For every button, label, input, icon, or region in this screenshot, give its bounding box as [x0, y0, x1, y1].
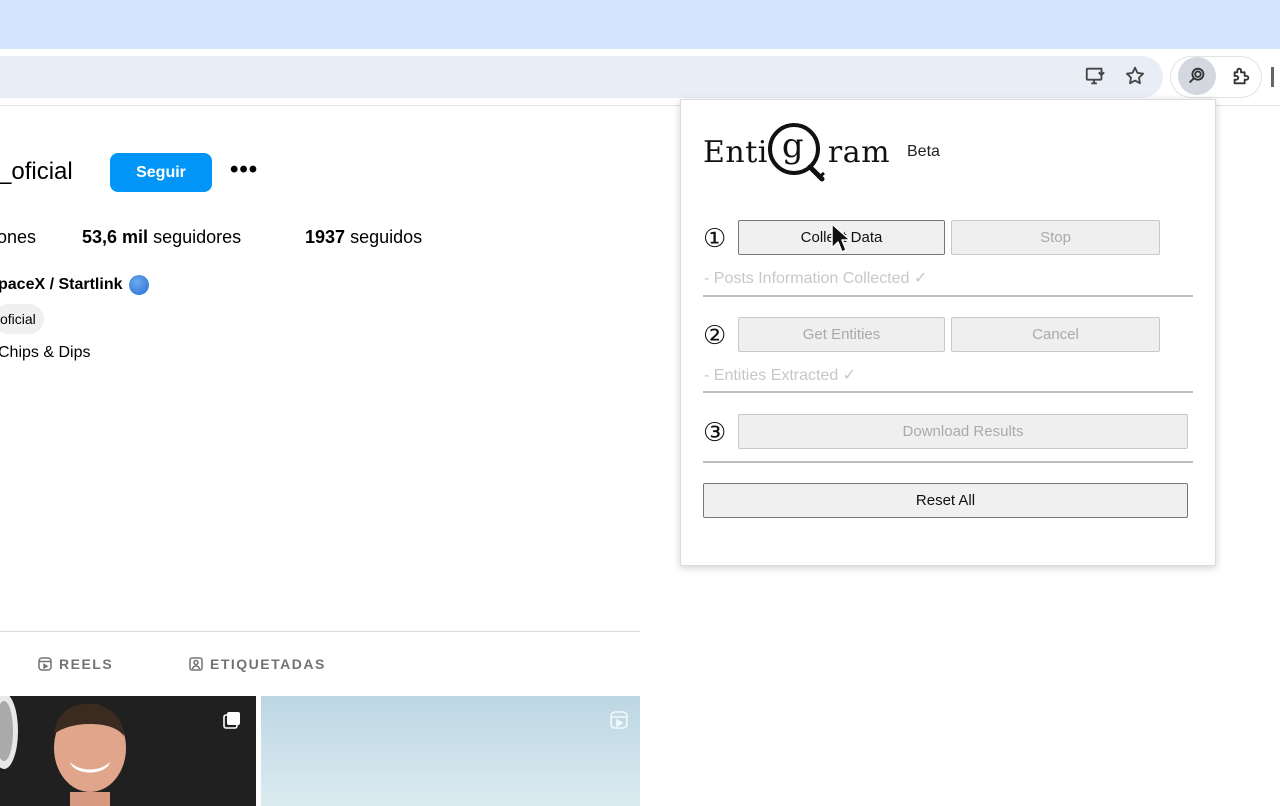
bio-name-text: paceX / Startlink [0, 276, 123, 293]
following-count: 1937 [305, 227, 346, 247]
posts-stat: ones [0, 227, 36, 248]
bookmark-star-icon[interactable] [1123, 64, 1147, 88]
extension-magnifier-icon[interactable] [1178, 57, 1216, 95]
logo-text-right: ram [827, 134, 891, 170]
entigram-logo: Enti g ram [703, 120, 890, 184]
extensions-puzzle-icon[interactable] [1229, 64, 1253, 88]
followers-label: seguidores [153, 227, 242, 247]
following-stat[interactable]: 1937 seguidos [305, 227, 422, 248]
mouse-cursor-icon [831, 223, 850, 253]
bio-name: paceX / Startlink [0, 275, 149, 295]
logo-magnifier-icon: g [767, 120, 828, 184]
tabs-divider [0, 631, 640, 632]
tab-tagged[interactable]: ETIQUETADAS [189, 656, 326, 672]
browser-tabstrip [0, 0, 1280, 49]
step-1-status: - Posts Information Collected ✓ [704, 270, 928, 287]
carousel-icon [223, 712, 240, 729]
post-thumbnail[interactable] [261, 696, 640, 806]
install-app-icon[interactable] [1083, 64, 1107, 88]
step-3-number: ③ [703, 418, 727, 448]
tab-tagged-label: ETIQUETADAS [210, 656, 326, 672]
following-label: seguidos [350, 227, 423, 247]
step-2-divider [703, 391, 1193, 393]
bio-chip[interactable]: oficial [0, 304, 44, 334]
logo-letter: g [781, 126, 805, 166]
download-results-button[interactable]: Download Results [738, 414, 1188, 449]
address-bar[interactable] [0, 56, 1163, 98]
instagram-profile: _oficial Seguir ••• ones 53,6 mil seguid… [0, 106, 640, 806]
beta-label: Beta [907, 143, 940, 160]
tab-reels-label: REELS [59, 656, 114, 672]
cancel-button[interactable]: Cancel [951, 317, 1160, 352]
reel-indicator-icon [610, 711, 628, 729]
step-2-number: ② [703, 321, 727, 351]
step-1-divider [703, 295, 1193, 297]
reels-icon [38, 657, 52, 671]
followers-count: 53,6 mil [82, 227, 149, 247]
browser-toolbar [0, 49, 1280, 106]
menu-dots-icon[interactable] [1271, 67, 1274, 87]
step-1-number: ① [703, 224, 727, 254]
posts-label: ones [0, 227, 37, 247]
more-options-button[interactable]: ••• [230, 158, 258, 182]
entigram-popup: Enti g ram Beta ① Collect Data Stop - Po… [680, 99, 1216, 566]
tab-reels[interactable]: REELS [38, 656, 113, 672]
reset-all-button[interactable]: Reset All [703, 483, 1188, 518]
bio-line: Chips & Dips [0, 344, 91, 361]
follow-button[interactable]: Seguir [110, 153, 212, 192]
tagged-icon [189, 657, 203, 671]
get-entities-button[interactable]: Get Entities [738, 317, 945, 352]
step-2-status: - Entities Extracted ✓ [704, 367, 857, 384]
post-thumbnail-image [0, 696, 256, 806]
profile-username: _oficial [0, 158, 73, 185]
stop-button[interactable]: Stop [951, 220, 1160, 255]
logo-text-left: Enti [703, 134, 768, 170]
followers-stat[interactable]: 53,6 mil seguidores [82, 227, 241, 248]
verified-badge-icon [128, 275, 149, 295]
post-thumbnail[interactable] [0, 696, 256, 806]
step-3-divider [703, 461, 1193, 463]
